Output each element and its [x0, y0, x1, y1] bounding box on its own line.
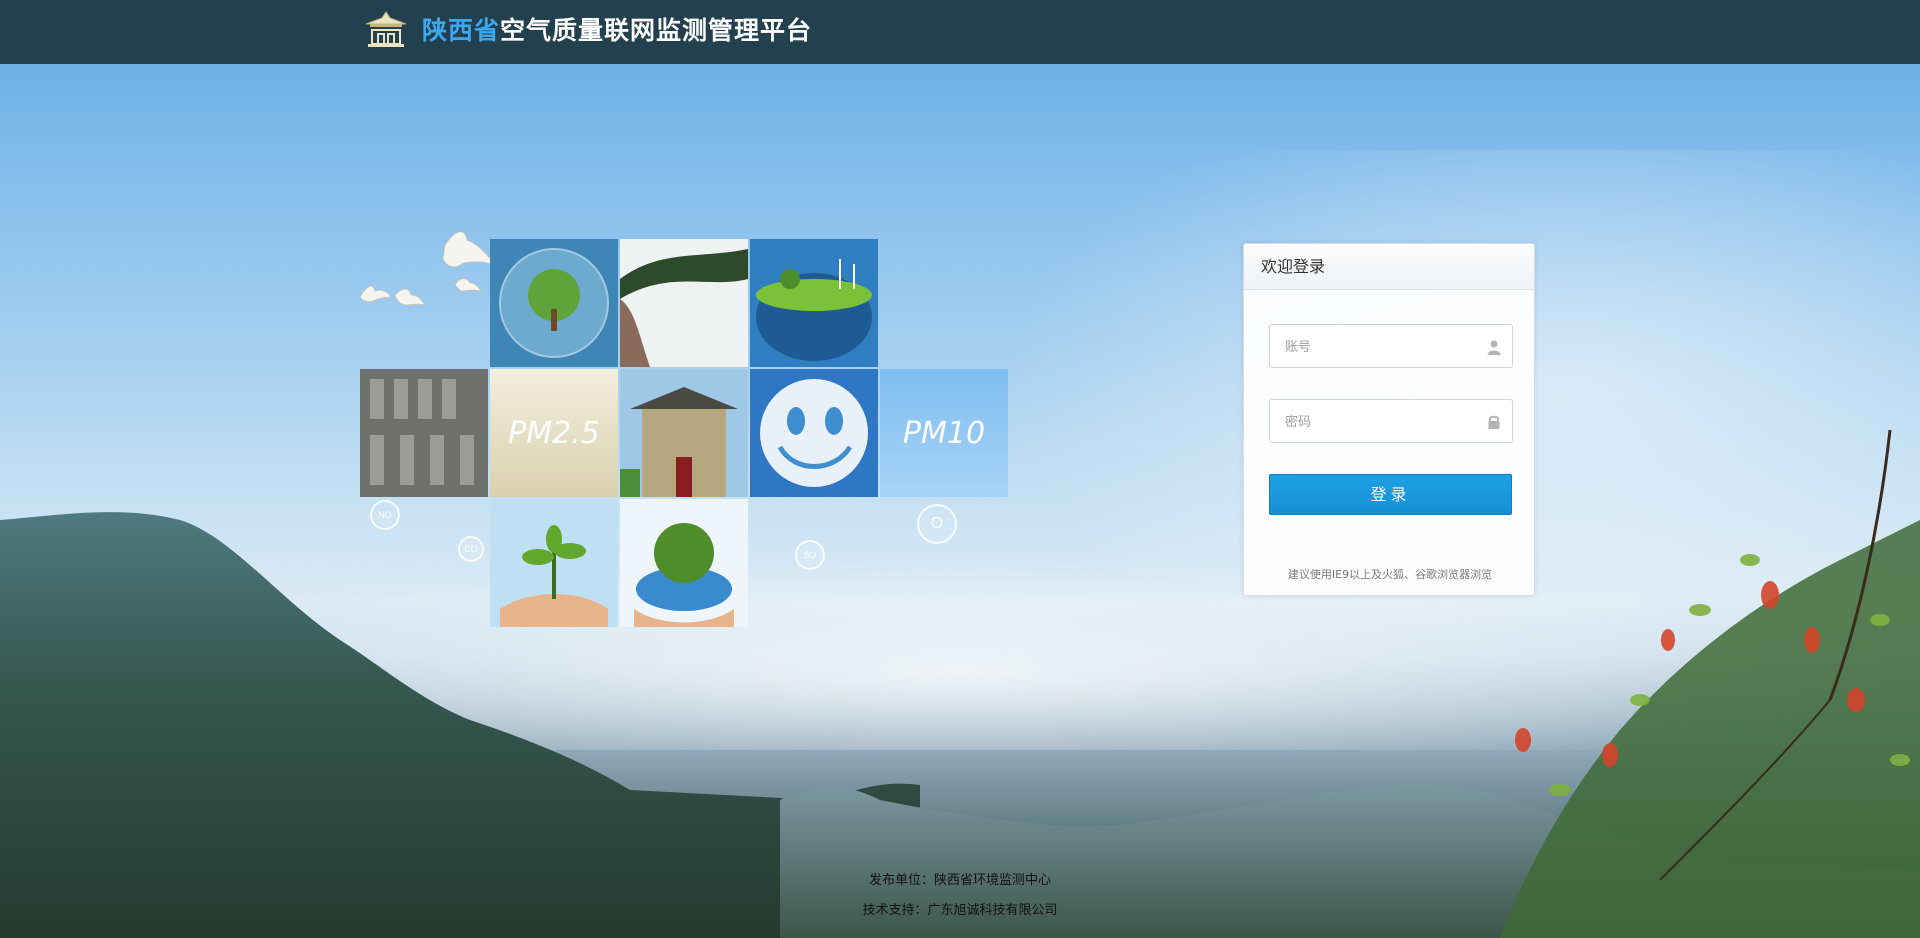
pagoda-gate-logo-icon [365, 11, 407, 47]
chem-o3-badge: O [917, 504, 957, 544]
tile-hands-tree [620, 499, 748, 627]
tile-ancient-tower [620, 369, 748, 497]
lock-icon [1488, 415, 1500, 429]
title-text: 空气质量联网监测管理平台 [500, 16, 813, 45]
chem-so2-badge: SO [795, 540, 825, 570]
tile-hand-sprout [490, 499, 618, 627]
login-button[interactable]: 登录 [1269, 474, 1512, 515]
tile-pine-cliff [620, 239, 748, 367]
tile-tree-bubble [490, 239, 618, 367]
tile-pm25: PM2.5 [490, 369, 618, 497]
tile-pm10: PM10 [880, 369, 1008, 497]
username-field[interactable] [1269, 324, 1513, 368]
user-icon [1487, 340, 1501, 355]
title-province: 陕西省 [422, 16, 501, 45]
footer-publisher: 发布单位：陕西省环境监测中心 [868, 873, 1051, 888]
platform-title: 陕西省空气质量联网监测管理平台 [422, 14, 812, 48]
browser-tip: 建议使用IE9以上及火狐、谷歌浏览器浏览 [1287, 568, 1493, 581]
username-input[interactable] [1270, 325, 1470, 367]
chem-co-badge: CO [458, 536, 484, 562]
login-panel: 欢迎登录 登录 建议使用IE9以上及火狐、谷歌浏览器浏览 [1243, 243, 1535, 596]
login-title: 欢迎登录 [1244, 244, 1534, 290]
doves-decoration [359, 231, 497, 306]
password-field[interactable] [1269, 399, 1513, 443]
tile-terracotta-warriors [360, 369, 488, 497]
password-input[interactable] [1270, 400, 1470, 442]
chem-no-badge: NO [370, 500, 400, 530]
top-header: 陕西省空气质量联网监测管理平台 [0, 0, 1920, 64]
tile-smiley-cloud [750, 369, 878, 497]
tile-earth-windmill [750, 239, 878, 367]
footer-support: 技术支持：广东旭诚科技有限公司 [862, 903, 1058, 918]
